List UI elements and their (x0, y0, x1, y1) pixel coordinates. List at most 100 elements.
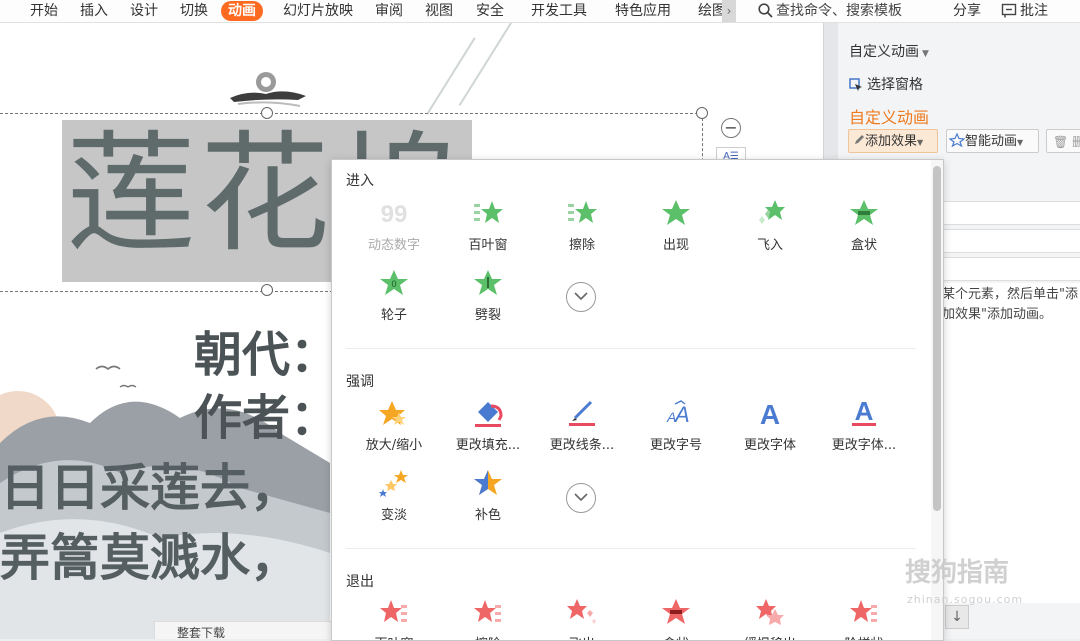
effect-appear[interactable]: 出现 (628, 198, 724, 253)
comment-label: 批注 (1020, 3, 1048, 19)
enter-more-button[interactable] (566, 282, 596, 312)
effect-blinds[interactable]: 百叶窗 (440, 198, 536, 253)
fill-bucket-icon (475, 402, 503, 427)
effect-split[interactable]: 劈裂 (440, 268, 536, 323)
tab-review[interactable]: 审阅 (375, 1, 403, 21)
pane-title[interactable]: 自定义动画 ▼ (849, 41, 929, 61)
chevron-down-icon: ▼ (922, 49, 929, 59)
selection-pane-icon (849, 78, 862, 91)
exit-crawl-icon (756, 599, 784, 625)
effect-label: 更改字体... (831, 438, 897, 453)
tab-animation[interactable]: 动画 (221, 1, 263, 21)
tab-security[interactable]: 安全 (476, 1, 504, 21)
effect-label: 更改字号 (649, 438, 702, 453)
effect-label: 擦除 (440, 633, 536, 640)
effect-exit-box[interactable]: 盒状 (628, 597, 724, 640)
effect-fade[interactable]: 变淡 (346, 468, 442, 523)
tab-view[interactable]: 视图 (425, 1, 453, 21)
effect-grow-shrink[interactable]: 放大/缩小 (346, 398, 442, 453)
smart-animation-label: 智能动画 (965, 134, 1018, 149)
section-emphasis-title: 强调 (346, 374, 374, 390)
scrollbar-thumb[interactable] (933, 166, 941, 511)
pane-title-label: 自定义动画 (849, 44, 919, 60)
tab-special[interactable]: 特色应用 (615, 1, 671, 21)
emphasis-more-button[interactable] (566, 483, 596, 513)
sogou-guide-watermark: 搜狗指南 zhinan.sogou.com (905, 552, 1023, 606)
effect-wipe[interactable]: 擦除 (534, 198, 630, 253)
appear-star-icon (662, 200, 690, 225)
fade-icon (379, 470, 408, 497)
poem-line[interactable]: 弄篙莫溅水， (0, 518, 300, 590)
poem-line[interactable]: 日日采莲去， (0, 448, 300, 520)
pane-field[interactable] (942, 229, 1080, 253)
resize-handle-top[interactable] (261, 107, 273, 119)
effect-change-font-size[interactable]: AA 更改字号 (628, 398, 724, 453)
effect-label: 放大/缩小 (365, 438, 423, 453)
tab-insert[interactable]: 插入 (80, 1, 108, 21)
dynasty-label[interactable]: 朝代： (194, 315, 338, 385)
tab-transition[interactable]: 切换 (180, 1, 208, 21)
effect-label: 补色 (474, 508, 501, 523)
share-button[interactable]: 分享 (953, 1, 981, 21)
effect-box[interactable]: 盒状 (816, 198, 912, 253)
split-star-icon (474, 270, 502, 295)
effect-change-font-color[interactable]: A 更改字体... (816, 398, 912, 453)
blinds-star-icon (474, 201, 503, 223)
effect-label: 盒状 (628, 633, 724, 640)
exit-steps-icon (850, 600, 877, 622)
command-search[interactable]: 查找命令、搜索模板 (758, 1, 902, 21)
effect-fly-in[interactable]: 飞入 (722, 198, 818, 253)
tab-design[interactable]: 设计 (130, 1, 158, 21)
smart-animation-button[interactable]: 智能动画▼ (946, 129, 1039, 153)
resize-handle-top-right[interactable] (696, 107, 708, 119)
font-color-icon: A (852, 398, 876, 426)
svg-text:A: A (855, 398, 874, 426)
fly-in-star-icon (759, 200, 785, 224)
line-color-icon (569, 400, 595, 426)
smart-star-icon (948, 132, 966, 148)
effect-exit-steps[interactable]: 阶梯状 (816, 597, 912, 640)
exit-fly-out-icon (567, 599, 596, 624)
decor-line (426, 37, 476, 115)
effect-change-font[interactable]: A 更改字体 (722, 398, 818, 453)
tab-developer[interactable]: 开发工具 (531, 1, 587, 21)
effect-change-fill[interactable]: 更改填充... (440, 398, 536, 453)
pane-field[interactable] (942, 201, 1080, 225)
move-down-arrow-icon[interactable]: ↓ (945, 605, 969, 629)
effect-label: 更改字体 (743, 438, 796, 453)
effect-change-line[interactable]: 更改线条... (534, 398, 630, 453)
exit-wipe-icon (474, 600, 501, 622)
wipe-star-icon (568, 201, 597, 223)
effect-exit-blinds[interactable]: 百叶窗 (346, 597, 442, 640)
effect-exit-wipe[interactable]: 擦除 (440, 597, 536, 640)
chevron-down-icon (574, 292, 588, 301)
effect-dynamic-digits[interactable]: 99 动态数字 (346, 198, 442, 253)
effect-wheel[interactable]: 0 轮子 (346, 268, 442, 323)
pane-field[interactable] (942, 257, 1080, 281)
tab-drawing[interactable]: 绘图 (698, 1, 722, 21)
effect-label: 出现 (662, 238, 689, 253)
svg-text:0: 0 (391, 279, 396, 289)
select-pane-button[interactable]: 选择窗格 (849, 74, 923, 94)
effect-exit-fly-out[interactable]: 飞出 (534, 597, 630, 640)
search-label: 查找命令、搜索模板 (776, 3, 902, 19)
effect-label: 缓慢移出 (722, 633, 818, 640)
tab-slideshow[interactable]: 幻灯片放映 (283, 1, 353, 21)
comment-button[interactable]: 批注 (1001, 1, 1048, 21)
add-effect-button[interactable]: 添加效果▼ (848, 129, 938, 153)
effect-label: 飞入 (756, 238, 783, 253)
search-icon (758, 3, 773, 18)
author-label[interactable]: 作者： (194, 378, 338, 448)
ribbon-more-arrow-icon[interactable]: › (722, 0, 736, 22)
delete-button[interactable]: 🗑 删 (1046, 129, 1080, 153)
font-size-icon: AA (666, 400, 690, 427)
resize-handle-bottom[interactable] (261, 284, 273, 296)
effect-exit-crawl[interactable]: 缓慢移出 (722, 597, 818, 640)
effect-complementary-color[interactable]: 补色 (440, 468, 536, 523)
tab-home[interactable]: 开始 (30, 1, 58, 21)
effect-label: 百叶窗 (346, 633, 442, 640)
box-star-icon (850, 200, 878, 225)
svg-text:99: 99 (381, 201, 408, 228)
collapse-minus-icon[interactable]: − (721, 118, 741, 138)
effect-label: 盒状 (850, 238, 877, 253)
